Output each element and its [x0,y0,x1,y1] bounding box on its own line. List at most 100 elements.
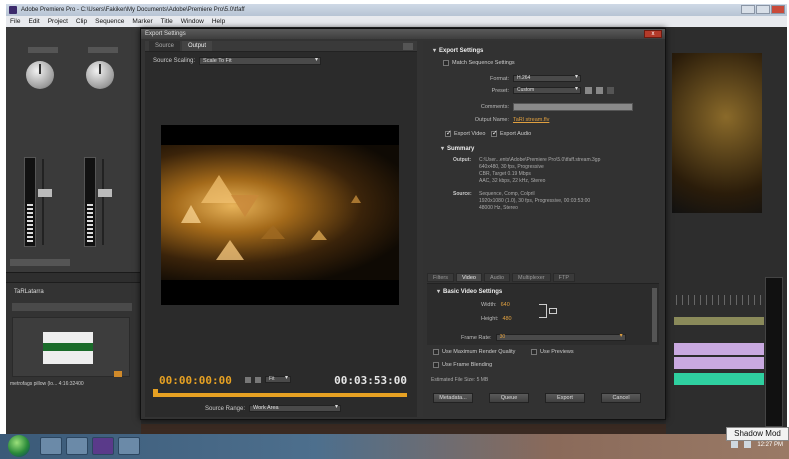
tab-source[interactable]: Source [149,41,181,51]
collapse-triangle-icon: ▾ [437,289,441,295]
start-button[interactable] [8,435,30,457]
metadata-button[interactable]: Metadata... [433,393,473,403]
source-scaling-select[interactable]: Scale To Fit [199,57,322,65]
program-monitor-video [672,53,762,213]
maximize-button[interactable] [756,5,770,14]
basic-video-header[interactable]: ▾ Basic Video Settings [437,288,502,295]
settings-scrollbar[interactable] [652,288,657,342]
tab-multiplexer[interactable]: Multiplexer [512,273,551,282]
pan-knob[interactable] [26,61,54,89]
playback-controls: Fit [245,376,291,383]
export-audio-checkbox[interactable]: Export Audio [491,129,532,137]
menu-file[interactable]: File [10,18,20,25]
level-meter [84,157,96,247]
pan-knob[interactable] [86,61,114,89]
menu-window[interactable]: Window [181,18,204,25]
project-panel: TaRLatarra metrofags pillow (lo... 4:16:… [6,272,141,434]
audio-mixer-panel [6,27,141,272]
menu-sequence[interactable]: Sequence [95,18,124,25]
checkbox-box [433,349,439,355]
channel-label [88,47,118,53]
frame-rate-select[interactable]: 30 [495,334,626,341]
summary-source-lines: Sequence, Comp, Colpril 1920x1080 (1.0),… [479,191,590,212]
app-titlebar: Adobe Premiere Pro - C:\Users\Fakiker\My… [6,4,787,16]
taskbar-app-icon[interactable] [66,437,88,455]
match-sequence-checkbox[interactable]: Match Sequence Settings [443,60,515,66]
menu-marker[interactable]: Marker [132,18,152,25]
dialog-close-button[interactable]: x [644,30,662,38]
summary-line: AAC, 32 kbps, 22 kHz, Stereo [479,178,546,184]
timeline-work-area[interactable] [674,317,764,325]
width-value[interactable]: 640 [501,302,510,308]
export-settings-header[interactable]: ▾ Export Settings [433,47,483,54]
save-preset-icon[interactable] [585,87,592,94]
menu-clip[interactable]: Clip [76,18,87,25]
minimize-button[interactable] [741,5,755,14]
volume-fader[interactable] [98,159,116,245]
cancel-button[interactable]: Cancel [601,393,641,403]
source-range-select[interactable]: Work Area [249,405,342,412]
summary-header[interactable]: ▾ Summary [441,145,474,152]
volume-fader[interactable] [38,159,56,245]
summary-line: CBR, Target 0.19 Mbps [479,171,531,177]
set-out-point-icon[interactable] [255,376,261,383]
dialog-title: Export Settings [141,29,665,39]
export-video-checkbox[interactable]: Export Video [445,129,485,137]
zoom-select[interactable]: Fit [265,376,291,383]
max-render-quality-checkbox[interactable]: Use Maximum Render Quality [433,349,515,355]
summary-line: 48000 Hz, Stereo [479,205,518,211]
frame-blending-checkbox[interactable]: Use Frame Blending [433,362,492,368]
checkbox-box [433,362,439,368]
tab-ftp[interactable]: FTP [552,273,576,282]
comments-input[interactable] [513,103,633,111]
queue-button[interactable]: Queue [489,393,529,403]
tab-audio[interactable]: Audio [483,273,511,282]
output-name-link[interactable]: TaRl stream.flv [513,117,549,123]
project-tabs [6,273,141,283]
summary-line: C:\User...ents\Adobe\Premiere Pro\5.0\tf… [479,157,601,163]
set-in-point-icon[interactable] [245,376,251,383]
preset-select[interactable]: Custom [513,87,581,94]
clock[interactable]: 12:27 PM [757,442,783,448]
timeline-ruler[interactable] [676,295,766,305]
timeline-clip[interactable] [674,357,764,369]
taskbar-app-icon[interactable] [118,437,140,455]
export-button[interactable]: Export [545,393,585,403]
panel-menu-icon[interactable] [403,43,413,50]
tab-filters[interactable]: Filters [427,273,454,282]
timeline-clip[interactable] [674,373,764,385]
source-range-row: Source Range: Work Area [205,405,342,412]
delete-preset-icon[interactable] [607,87,614,94]
project-item-thumbnail[interactable] [12,317,130,377]
preset-label: Preset: [491,87,509,94]
timeline-clip[interactable] [674,343,764,355]
summary-title: Summary [447,146,475,152]
import-preset-icon[interactable] [596,87,603,94]
checkbox-box [445,129,452,137]
playhead-icon[interactable] [153,389,158,397]
taskbar-explorer-icon[interactable] [40,437,62,455]
timecode-duration: 00:03:53:00 [334,374,407,387]
scrub-bar[interactable] [155,393,407,397]
menu-project[interactable]: Project [48,18,68,25]
project-tab[interactable]: TaRLatarra [14,289,44,295]
volume-icon[interactable] [744,441,752,448]
project-search-input[interactable] [12,303,132,311]
taskbar-premiere-icon[interactable] [92,437,114,455]
constrain-proportions-icon[interactable] [549,308,557,314]
height-value[interactable]: 480 [502,316,511,322]
network-icon[interactable] [731,441,739,448]
use-previews-checkbox[interactable]: Use Previews [531,349,574,355]
checkbox-label: Export Audio [500,131,532,137]
close-window-button[interactable] [771,5,785,14]
menu-help[interactable]: Help [212,18,225,25]
timecode-current[interactable]: 00:00:00:00 [159,374,232,387]
checkbox-box [443,60,449,66]
chain-link-icon [539,304,547,318]
format-select[interactable]: H.264 [513,75,581,82]
tab-video[interactable]: Video [455,273,482,282]
source-range-label: Source Range: [205,405,246,412]
menu-edit[interactable]: Edit [28,18,39,25]
menu-title[interactable]: Title [161,18,173,25]
tab-output[interactable]: Output [182,41,213,51]
